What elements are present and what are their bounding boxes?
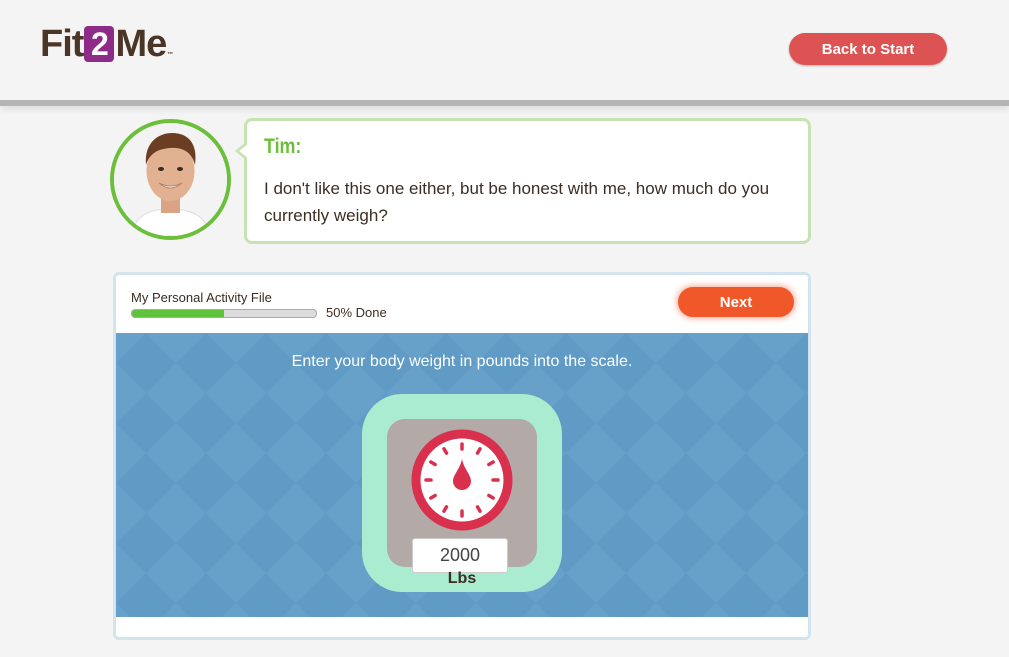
logo-fit: Fit bbox=[40, 22, 84, 65]
progress-bar bbox=[131, 309, 317, 318]
weight-input[interactable] bbox=[412, 538, 508, 573]
header: Fit 2 Me ™ Back to Start bbox=[0, 0, 1009, 106]
logo-me: Me bbox=[115, 22, 167, 65]
unit-label: Lbs bbox=[447, 570, 477, 587]
speech-bubble-tail bbox=[235, 141, 248, 161]
dial-tick bbox=[442, 505, 449, 513]
dialog-message: I don't like this one either, but be hon… bbox=[264, 179, 770, 225]
instruction-text: Enter your body weight in pounds into th… bbox=[291, 353, 633, 370]
speech-bubble: Tim: I don't like this one either, but b… bbox=[235, 118, 811, 244]
bathroom-scale: Lbs bbox=[362, 394, 562, 592]
scale-dial-icon bbox=[411, 429, 513, 531]
dial-tick bbox=[487, 460, 495, 467]
avatar bbox=[110, 119, 231, 240]
dial-tick bbox=[442, 447, 449, 455]
progress-fill bbox=[132, 310, 224, 317]
speaker-name: Tim: bbox=[264, 135, 302, 158]
next-button[interactable]: Next bbox=[678, 287, 794, 317]
dial-tick bbox=[429, 493, 437, 500]
dial-tick bbox=[475, 447, 482, 455]
back-to-start-button[interactable]: Back to Start bbox=[789, 33, 947, 65]
logo-tm: ™ bbox=[167, 52, 174, 58]
dial-tick bbox=[429, 460, 437, 467]
scale-stage: Enter your body weight in pounds into th… bbox=[116, 333, 808, 617]
fit2me-logo[interactable]: Fit 2 Me ™ bbox=[40, 22, 174, 65]
dial-tick bbox=[487, 493, 495, 500]
avatar-photo bbox=[114, 123, 227, 236]
activity-panel: My Personal Activity File 50% Done Next … bbox=[113, 272, 811, 640]
logo-two: 2 bbox=[84, 26, 115, 62]
dial-tick bbox=[475, 505, 482, 513]
progress-text: 50% Done bbox=[326, 305, 387, 320]
scale-plate bbox=[387, 419, 537, 573]
progress-label: My Personal Activity File bbox=[131, 290, 272, 305]
